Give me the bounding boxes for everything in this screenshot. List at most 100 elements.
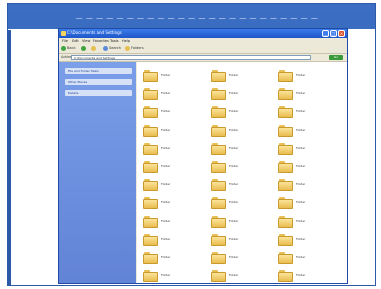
folder-item[interactable]: Folder <box>278 123 346 141</box>
folder-icon <box>143 106 158 119</box>
folder-item[interactable]: Folder <box>211 104 279 122</box>
address-input[interactable]: C:\Documents and Settings <box>71 55 311 60</box>
minimize-button[interactable]: _ <box>322 30 329 37</box>
folder-item[interactable]: Folder <box>278 250 346 268</box>
folder-item[interactable]: Folder <box>278 268 346 286</box>
folder-label: Folder <box>161 127 171 132</box>
up-button[interactable] <box>91 45 97 52</box>
close-button[interactable]: × <box>338 30 345 37</box>
folder-label: Folder <box>229 200 239 205</box>
folder-label: Folder <box>229 218 239 223</box>
task-details[interactable]: Details <box>65 90 132 96</box>
folder-icon <box>211 106 226 119</box>
folder-item[interactable]: Folder <box>278 232 346 250</box>
folder-item[interactable]: Folder <box>211 177 279 195</box>
folder-icon <box>143 197 158 210</box>
folder-item[interactable]: Folder <box>143 232 211 250</box>
task-file-folder[interactable]: File and Folder Tasks <box>65 68 132 74</box>
folder-label: Folder <box>229 255 239 259</box>
folders-icon <box>125 45 130 51</box>
folder-item[interactable]: Folder <box>143 195 211 213</box>
back-button[interactable]: Back <box>61 45 76 52</box>
folder-item[interactable]: Folder <box>278 86 346 104</box>
folder-label: Folder <box>161 200 171 205</box>
folder-icon <box>211 252 226 264</box>
forward-button[interactable] <box>81 45 87 52</box>
folder-label: Folder <box>229 273 239 278</box>
folder-icon <box>211 197 226 210</box>
folder-label: Folder <box>296 73 306 77</box>
folder-item[interactable]: Folder <box>143 104 211 122</box>
folder-item[interactable]: Folder <box>143 250 211 268</box>
folder-label: Folder <box>161 145 171 150</box>
back-label: Back <box>67 46 76 50</box>
folder-item[interactable]: Folder <box>278 195 346 213</box>
forward-icon <box>81 45 86 51</box>
folder-item[interactable]: Folder <box>143 159 211 177</box>
folder-item[interactable]: Folder <box>143 123 211 141</box>
folder-item[interactable]: Folder <box>211 232 279 250</box>
folder-item[interactable]: Folder <box>143 141 211 159</box>
toolbar: Back Search Folders <box>59 44 347 54</box>
folder-label: Folder <box>161 91 171 96</box>
folder-item[interactable]: Folder <box>143 86 211 104</box>
folder-item[interactable]: Folder <box>278 177 346 195</box>
maximize-button[interactable]: □ <box>330 30 337 37</box>
folder-item[interactable]: Folder <box>278 159 346 177</box>
folders-label: Folders <box>131 46 144 50</box>
folder-icon <box>211 215 226 228</box>
folder-icon <box>143 142 158 155</box>
folder-label: Folder <box>161 273 171 278</box>
folder-label: Folder <box>296 127 306 132</box>
folder-item[interactable]: Folder <box>143 268 211 286</box>
search-button[interactable]: Search <box>103 45 121 52</box>
folder-label: Folder <box>229 182 239 187</box>
folder-label: Folder <box>296 182 306 187</box>
folder-item[interactable]: Folder <box>211 86 279 104</box>
folder-item[interactable]: Folder <box>211 195 279 213</box>
folder-item[interactable]: Folder <box>211 123 279 141</box>
folder-item[interactable]: Folder <box>211 159 279 177</box>
task-other-places[interactable]: Other Places <box>65 79 132 85</box>
folder-app-icon <box>61 31 66 36</box>
folder-item[interactable]: Folder <box>211 268 279 286</box>
folder-item[interactable]: Folder <box>211 250 279 268</box>
up-folder-icon <box>91 45 96 51</box>
folder-label: Folder <box>229 109 239 114</box>
folder-label: Folder <box>161 218 171 223</box>
folder-label: Folder <box>296 164 306 168</box>
folder-icon <box>278 161 293 173</box>
folder-label: Folder <box>161 182 171 187</box>
folder-icon <box>143 70 158 82</box>
folder-icon <box>211 270 226 283</box>
folder-label: Folder <box>296 255 306 259</box>
folder-item[interactable]: Folder <box>211 214 279 232</box>
folder-icon <box>278 179 293 192</box>
window-titlebar[interactable]: C:\Documents and Settings _ □ × <box>59 29 347 38</box>
folder-icon <box>278 270 293 283</box>
folder-icon <box>278 215 293 228</box>
folder-icon <box>143 179 158 192</box>
folder-item[interactable]: Folder <box>211 68 279 86</box>
folder-item[interactable]: Folder <box>278 68 346 86</box>
folder-icon <box>211 233 226 246</box>
folder-item[interactable]: Folder <box>143 177 211 195</box>
folder-icon <box>143 252 158 264</box>
folder-icon <box>143 124 158 137</box>
folder-icon <box>278 197 293 210</box>
folder-label: Folder <box>296 273 306 278</box>
folder-label: Folder <box>296 200 306 205</box>
search-icon <box>103 45 108 51</box>
folder-item[interactable]: Folder <box>278 214 346 232</box>
folder-item[interactable]: Folder <box>211 141 279 159</box>
go-button[interactable]: Go <box>329 55 343 60</box>
folder-icon <box>278 70 293 82</box>
folder-item[interactable]: Folder <box>278 141 346 159</box>
folder-icon <box>211 179 226 192</box>
folders-button[interactable]: Folders <box>125 45 144 52</box>
folder-item[interactable]: Folder <box>143 68 211 86</box>
folder-icon <box>211 161 226 173</box>
folder-item[interactable]: Folder <box>278 104 346 122</box>
folder-icon <box>278 124 293 137</box>
folder-item[interactable]: Folder <box>143 214 211 232</box>
